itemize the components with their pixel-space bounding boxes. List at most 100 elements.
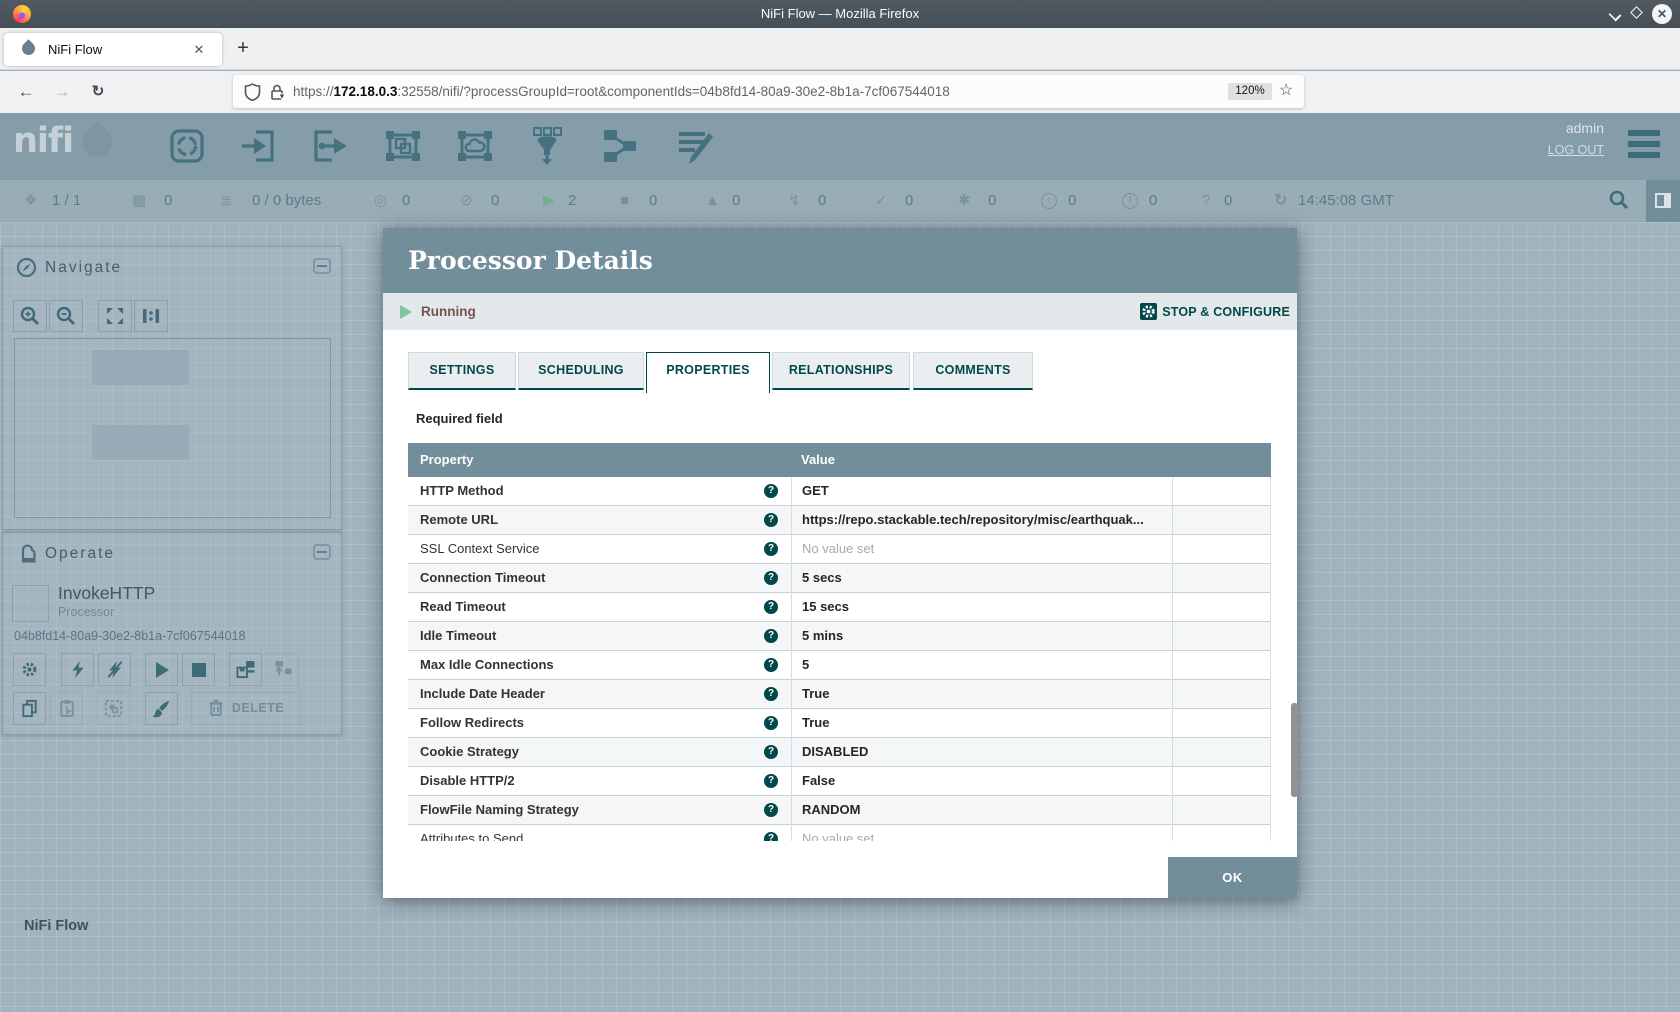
tab-comments[interactable]: COMMENTS xyxy=(913,352,1033,390)
help-icon[interactable]: ? xyxy=(764,803,778,817)
property-row[interactable]: Read Timeout?15 secs xyxy=(408,593,1271,622)
tracking-shield-icon[interactable] xyxy=(244,83,261,101)
zoom-actual-button[interactable] xyxy=(134,300,168,332)
delete-button: DELETE xyxy=(191,692,301,725)
property-row[interactable]: Follow Redirects?True xyxy=(408,709,1271,738)
stale-count: 0 xyxy=(1068,180,1076,222)
tab-relationships[interactable]: RELATIONSHIPS xyxy=(772,352,910,390)
help-icon[interactable]: ? xyxy=(764,629,778,643)
tab-close-icon[interactable]: ✕ xyxy=(190,41,208,59)
palette-funnel-icon[interactable] xyxy=(525,124,569,168)
search-icon[interactable] xyxy=(1608,189,1630,211)
birdseye-minimap[interactable] xyxy=(14,338,331,518)
revert-flow-version-button xyxy=(266,653,299,686)
palette-output-port-icon[interactable] xyxy=(309,124,353,168)
palette-process-group-icon[interactable] xyxy=(381,124,425,168)
ok-button[interactable]: OK xyxy=(1168,857,1297,898)
help-icon[interactable]: ? xyxy=(764,687,778,701)
disabled-count: 0 xyxy=(818,180,826,222)
help-icon[interactable]: ? xyxy=(764,600,778,614)
browser-tab[interactable]: NiFi Flow ✕ xyxy=(4,33,222,66)
up-to-date-icon: ✓ xyxy=(875,180,888,222)
property-name: Cookie Strategy xyxy=(420,738,519,766)
change-color-button[interactable] xyxy=(145,692,178,725)
window-minimize-icon[interactable] xyxy=(1610,9,1620,19)
dialog-status-bar: Running STOP & CONFIGURE xyxy=(383,293,1297,330)
stopped-icon: ■ xyxy=(620,180,629,222)
reload-button[interactable]: ↻ xyxy=(86,80,110,104)
property-name: Connection Timeout xyxy=(420,564,545,592)
column-divider xyxy=(791,477,792,841)
global-menu-icon[interactable] xyxy=(1628,130,1660,163)
zoom-fit-button[interactable] xyxy=(98,300,132,332)
stop-button[interactable] xyxy=(182,653,215,686)
property-row[interactable]: Remote URL?https://repo.stackable.tech/r… xyxy=(408,506,1271,535)
locally-modified-stale-count: 0 xyxy=(1149,180,1157,222)
new-tab-button[interactable]: + xyxy=(230,36,256,62)
disable-button[interactable] xyxy=(98,653,131,686)
lock-icon[interactable] xyxy=(269,83,285,101)
selected-component-name: InvokeHTTP xyxy=(58,583,155,604)
property-row[interactable]: Max Idle Connections?5 xyxy=(408,651,1271,680)
stop-and-configure-button[interactable]: STOP & CONFIGURE xyxy=(1162,293,1290,330)
help-icon[interactable]: ? xyxy=(764,745,778,759)
help-icon[interactable]: ? xyxy=(764,484,778,498)
help-icon[interactable]: ? xyxy=(764,716,778,730)
property-value: RANDOM xyxy=(802,796,861,824)
property-row[interactable]: Cookie Strategy?DISABLED xyxy=(408,738,1271,767)
refresh-icon[interactable]: ↻ xyxy=(1274,180,1287,222)
palette-input-port-icon[interactable] xyxy=(237,124,281,168)
property-row[interactable]: Include Date Header?True xyxy=(408,680,1271,709)
zoom-out-button[interactable] xyxy=(49,300,83,332)
dialog-title: Processor Details xyxy=(408,228,653,293)
help-icon[interactable]: ? xyxy=(764,832,778,841)
navigate-collapse-button[interactable] xyxy=(313,258,331,274)
running-icon: ▶ xyxy=(543,180,555,222)
queue-icon: ≣ xyxy=(220,180,233,222)
start-button[interactable] xyxy=(145,653,178,686)
property-name: SSL Context Service xyxy=(420,535,539,563)
palette-template-icon[interactable] xyxy=(598,124,642,168)
palette-processor-icon[interactable] xyxy=(165,124,209,168)
zoom-in-button[interactable] xyxy=(13,300,47,332)
property-row[interactable]: SSL Context Service?No value set xyxy=(408,535,1271,564)
bookmark-star-icon[interactable]: ☆ xyxy=(1279,80,1293,100)
tab-properties[interactable]: PROPERTIES xyxy=(646,352,770,393)
help-icon[interactable]: ? xyxy=(764,542,778,556)
logout-link[interactable]: LOG OUT xyxy=(1404,143,1604,157)
back-button[interactable]: ← xyxy=(14,80,38,104)
help-icon[interactable]: ? xyxy=(764,658,778,672)
configuration-button[interactable] xyxy=(13,653,46,686)
save-flow-version-button[interactable] xyxy=(229,653,262,686)
property-row[interactable]: Idle Timeout?5 mins xyxy=(408,622,1271,651)
last-refresh-time: 14:45:08 GMT xyxy=(1298,180,1394,222)
selected-component-id: 04b8fd14-80a9-30e2-8b1a-7cf067544018 xyxy=(14,629,245,643)
help-icon[interactable]: ? xyxy=(764,571,778,585)
zoom-level-badge[interactable]: 120% xyxy=(1228,83,1272,100)
property-row[interactable]: HTTP Method?GET xyxy=(408,477,1271,506)
property-row[interactable]: FlowFile Naming Strategy?RANDOM xyxy=(408,796,1271,825)
window-close-icon[interactable]: ✕ xyxy=(1652,4,1672,24)
table-scrollbar[interactable] xyxy=(1291,703,1298,797)
property-row[interactable]: Disable HTTP/2?False xyxy=(408,767,1271,796)
palette-toggle-button[interactable] xyxy=(1646,180,1680,222)
tab-scheduling[interactable]: SCHEDULING xyxy=(518,352,644,390)
current-user: admin xyxy=(1404,120,1604,136)
operate-panel-title: Operate xyxy=(45,545,115,563)
window-title: NiFi Flow — Mozilla Firefox xyxy=(0,0,1680,28)
property-row[interactable]: Attributes to Send?No value set xyxy=(408,825,1271,841)
operate-collapse-button[interactable] xyxy=(313,544,331,560)
property-value: https://repo.stackable.tech/repository/m… xyxy=(802,506,1144,534)
enable-button[interactable] xyxy=(61,653,94,686)
copy-button[interactable] xyxy=(13,692,46,725)
palette-remote-process-group-icon[interactable] xyxy=(453,124,497,168)
palette-label-icon[interactable] xyxy=(673,124,717,168)
help-icon[interactable]: ? xyxy=(764,513,778,527)
help-icon[interactable]: ? xyxy=(764,774,778,788)
forward-button[interactable]: → xyxy=(50,80,74,104)
remote-transmitting-count: 0 xyxy=(402,180,410,222)
property-row[interactable]: Connection Timeout?5 secs xyxy=(408,564,1271,593)
breadcrumb[interactable]: NiFi Flow xyxy=(24,918,88,934)
tab-settings[interactable]: SETTINGS xyxy=(408,352,516,390)
url-bar[interactable]: https://172.18.0.3:32558/nifi/?processGr… xyxy=(233,75,1304,108)
